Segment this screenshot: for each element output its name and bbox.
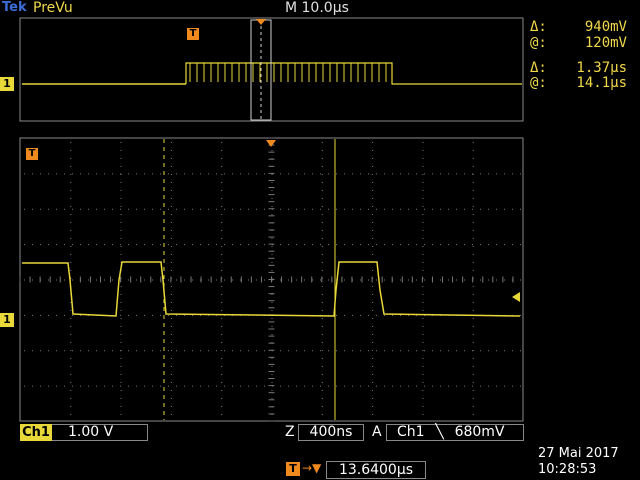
trigger-position-value[interactable]: 13.6400µs: [326, 461, 426, 479]
channel-1-label[interactable]: Ch1: [20, 424, 52, 441]
trigger-position-arrow-icon: →▼: [302, 461, 322, 475]
trigger-label: A: [372, 424, 382, 440]
trigger-level: 680mV: [454, 424, 505, 440]
graticule-trigger-icon: T: [26, 148, 38, 160]
trigger-source: Ch1: [397, 424, 425, 440]
date-readout: 27 Mai 2017: [538, 446, 619, 461]
trigger-settings[interactable]: Ch1 ╲ 680mV: [386, 424, 524, 441]
overview-burst-pulses: [189, 63, 387, 82]
overview-trigger-icon: T: [187, 28, 199, 40]
overview-trigger-position-marker: [256, 19, 266, 25]
channel-1-volts-per-div: 1.00 V: [68, 424, 114, 440]
channel-1-ground-marker[interactable]: 1: [0, 313, 14, 327]
falling-edge-icon: ╲: [435, 424, 444, 440]
time-readout: 10:28:53: [538, 462, 597, 477]
zoom-label: Z: [285, 424, 295, 440]
overview-burst-trace: [185, 62, 522, 85]
scope-display: [19, 17, 524, 422]
overview-channel-1-marker: 1: [0, 77, 14, 91]
trigger-position-icon: T: [286, 462, 300, 476]
zoom-timebase-value[interactable]: 400ns: [298, 424, 364, 441]
